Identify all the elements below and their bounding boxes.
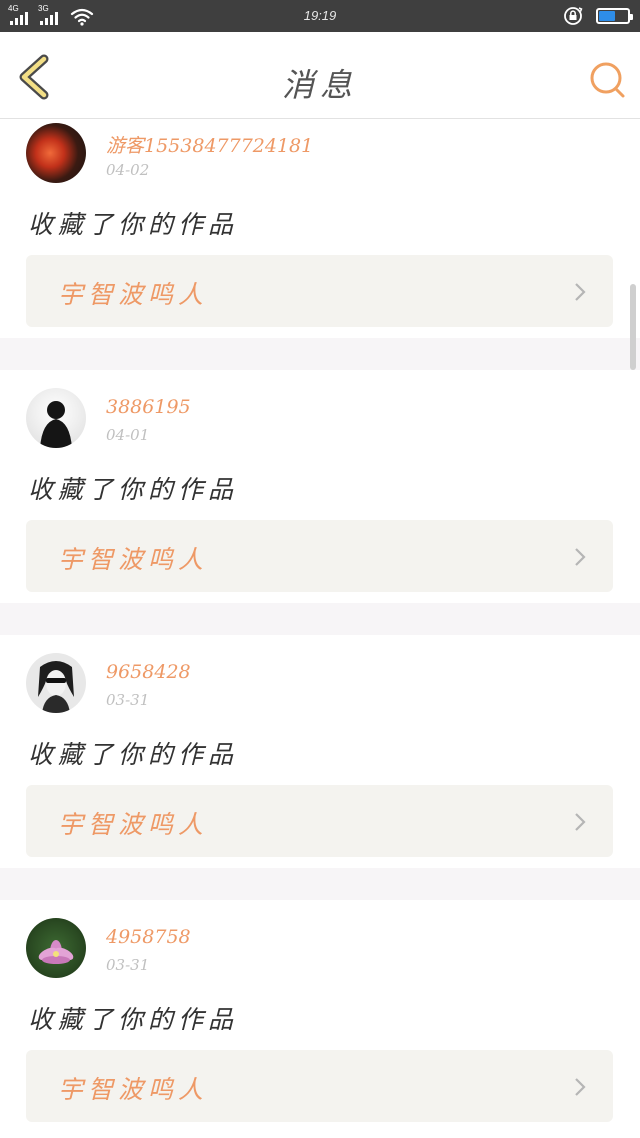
- status-bar: 4G 3G 19:19: [0, 0, 640, 32]
- message-action: 收藏了你的作品: [28, 1005, 239, 1034]
- divider: [0, 603, 640, 635]
- avatar-figure: [38, 661, 74, 713]
- status-time: 19:19: [303, 8, 337, 23]
- message-card: 4958758 03-31 收藏了你的作品 宇智波鸣人: [0, 900, 640, 1133]
- message-action: 收藏了你的作品: [28, 475, 239, 504]
- page-title: 消息: [281, 66, 358, 104]
- message-list[interactable]: 游客15538477724181 04-02 收藏了你的作品 宇智波鸣人 388…: [0, 119, 640, 1138]
- message-date: 03-31: [106, 956, 150, 974]
- username[interactable]: 3886195: [106, 396, 191, 418]
- message-card: 3886195 04-01 收藏了你的作品 宇智波鸣人: [0, 370, 640, 603]
- battery-level: [599, 11, 615, 21]
- work-title: 宇智波鸣人: [58, 545, 209, 574]
- message-card: 9658428 03-31 收藏了你的作品 宇智波鸣人: [0, 635, 640, 868]
- avatar-figure: [40, 401, 72, 448]
- avatar-figure: [38, 940, 74, 964]
- message-action: 收藏了你的作品: [28, 740, 239, 769]
- message-action: 收藏了你的作品: [28, 210, 239, 239]
- username[interactable]: 4958758: [106, 926, 191, 948]
- search-button[interactable]: [588, 60, 628, 100]
- divider: [0, 868, 640, 900]
- avatar[interactable]: [26, 653, 86, 713]
- chevron-right-icon: [575, 283, 586, 301]
- message-card: 游客15538477724181 04-02 收藏了你的作品 宇智波鸣人: [0, 119, 640, 338]
- scrollbar[interactable]: [630, 284, 636, 370]
- divider: [0, 338, 640, 370]
- chevron-right-icon: [575, 548, 586, 566]
- work-link[interactable]: 宇智波鸣人: [26, 1050, 613, 1122]
- chevron-right-icon: [575, 813, 586, 831]
- username[interactable]: 9658428: [106, 661, 191, 683]
- message-date: 03-31: [106, 691, 150, 709]
- avatar[interactable]: [26, 918, 86, 978]
- work-link[interactable]: 宇智波鸣人: [26, 255, 613, 327]
- work-title: 宇智波鸣人: [58, 1075, 209, 1104]
- work-link[interactable]: 宇智波鸣人: [26, 785, 613, 857]
- chevron-right-icon: [575, 1078, 586, 1096]
- work-title: 宇智波鸣人: [58, 280, 209, 309]
- battery-icon: [596, 8, 633, 24]
- rotation-lock-icon: [564, 7, 583, 25]
- username[interactable]: 游客15538477724181: [106, 131, 313, 158]
- search-icon: [590, 62, 625, 98]
- nav-bar: 消息: [0, 32, 640, 119]
- work-link[interactable]: 宇智波鸣人: [26, 520, 613, 592]
- avatar[interactable]: [26, 123, 86, 183]
- message-date: 04-01: [106, 426, 150, 444]
- work-title: 宇智波鸣人: [58, 810, 209, 839]
- message-date: 04-02: [106, 161, 150, 179]
- avatar[interactable]: [26, 388, 86, 448]
